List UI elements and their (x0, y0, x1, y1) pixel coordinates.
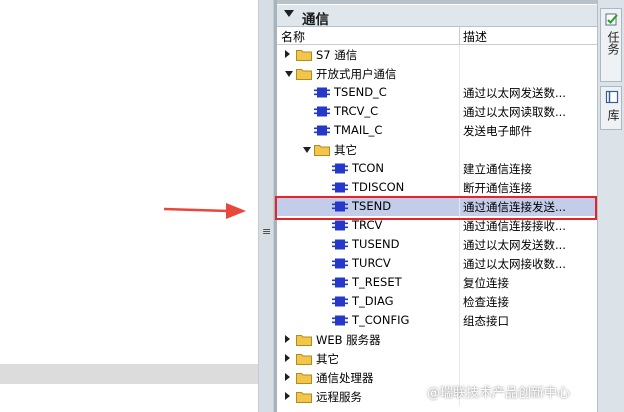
tree-item-label: S7 通信 (316, 48, 358, 62)
watermark: @瑞联技术产品创新中心 (427, 386, 571, 401)
tree-item-label: TUSEND (352, 237, 400, 251)
tree-item-description: 组态接口 (463, 314, 509, 328)
folder-open-icon (314, 145, 330, 156)
tree-item-description: 发送电子邮件 (463, 124, 532, 138)
function-block-icon (332, 315, 348, 326)
function-block-icon (332, 239, 348, 250)
folder-icon (296, 335, 312, 346)
tree-item-label: 远程服务 (316, 390, 362, 404)
tab-libraries[interactable]: 库 (600, 86, 622, 130)
collapsed-arrow-icon[interactable] (285, 50, 290, 58)
tree-item-label: TURCV (352, 256, 391, 270)
library-book-icon (605, 90, 619, 104)
expanded-arrow-icon[interactable] (285, 71, 293, 77)
tree-item-label: T_CONFIG (352, 313, 410, 327)
column-header: 名称 描述 (277, 27, 597, 45)
tree-item-label: T_DIAG (352, 294, 394, 308)
tree-folder-row[interactable]: WEB 服务器 (277, 330, 597, 349)
tree-item-description: 通过以太网读取数... (463, 105, 566, 119)
tree-block-row[interactable]: TCON 建立通信连接 (277, 159, 597, 178)
column-description-header[interactable]: 描述 (463, 28, 487, 45)
expanded-arrow-icon[interactable] (303, 147, 311, 153)
tree-item-description: 通过通信连接接收... (463, 219, 566, 233)
tree-item-label: 其它 (316, 352, 339, 366)
tree-item-label: 其它 (334, 143, 357, 157)
tree-block-row[interactable]: TRCV_C 通过以太网读取数... (277, 102, 597, 121)
tree-item-description: 通过以太网发送数... (463, 238, 566, 252)
tree-item-label: TDISCON (352, 180, 405, 194)
function-block-icon (332, 220, 348, 231)
tree-item-description: 建立通信连接 (463, 162, 532, 176)
tree-item-label: TMAIL_C (334, 123, 383, 137)
collapsed-arrow-icon[interactable] (285, 392, 290, 400)
column-divider[interactable] (459, 27, 460, 44)
tree-block-row[interactable]: TSEND_C 通过以太网发送数... (277, 83, 597, 102)
tree-item-description: 断开通信连接 (463, 181, 532, 195)
tree-block-row[interactable]: T_RESET 复位连接 (277, 273, 597, 292)
tree-item-description: 复位连接 (463, 276, 509, 290)
annotation-arrow-icon (164, 203, 246, 219)
tree-folder-row[interactable]: 其它 (277, 349, 597, 368)
function-block-icon (332, 182, 348, 193)
collapsed-arrow-icon[interactable] (285, 354, 290, 362)
tree-folder-row[interactable]: S7 通信 (277, 45, 597, 64)
tree-item-description: 通过以太网接收数... (463, 257, 566, 271)
function-block-icon (314, 106, 330, 117)
section-title: 通信 (302, 12, 329, 28)
panel-splitter[interactable]: ≡ (258, 0, 274, 412)
tree-item-label: WEB 服务器 (316, 333, 381, 347)
tab-tasks-label: 任务 (606, 31, 620, 55)
tree-item-description: 通过以太网发送数... (463, 86, 566, 100)
folder-icon (296, 373, 312, 384)
collapsed-arrow-icon[interactable] (285, 373, 290, 381)
tree-item-label: TRCV_C (334, 104, 379, 118)
tab-tasks[interactable]: 任务 (600, 8, 622, 82)
highlight-box (275, 196, 597, 220)
task-card-strip: 任务 库 (597, 0, 624, 412)
horizontal-scrollbar[interactable] (0, 364, 258, 384)
folder-open-icon (296, 69, 312, 80)
folder-icon (296, 50, 312, 61)
tree-block-row[interactable]: TMAIL_C 发送电子邮件 (277, 121, 597, 140)
function-block-icon (314, 87, 330, 98)
task-check-icon (605, 13, 618, 26)
tree-block-row[interactable]: T_DIAG 检查连接 (277, 292, 597, 311)
function-block-icon (332, 296, 348, 307)
tree-block-row[interactable]: T_CONFIG 组态接口 (277, 311, 597, 330)
function-block-icon (332, 258, 348, 269)
collapsed-arrow-icon[interactable] (285, 335, 290, 343)
tree-item-label: TRCV (352, 218, 383, 232)
tree-block-row[interactable]: TDISCON 断开通信连接 (277, 178, 597, 197)
tree-item-label: TSEND_C (334, 85, 387, 99)
tab-libraries-label: 库 (606, 109, 620, 121)
tree-item-label: 通信处理器 (316, 371, 374, 385)
grip-icon[interactable]: ≡ (262, 226, 271, 237)
collapse-caret-icon[interactable] (284, 10, 294, 17)
tree-item-label: TCON (352, 161, 385, 175)
tree-item-label: T_RESET (352, 275, 402, 289)
tree-folder-row[interactable]: 其它 (277, 140, 597, 159)
section-header[interactable]: 通信 (277, 5, 597, 28)
folder-icon (296, 392, 312, 403)
column-name-header[interactable]: 名称 (281, 28, 305, 45)
tree-block-row[interactable]: TURCV 通过以太网接收数... (277, 254, 597, 273)
tree-item-label: 开放式用户通信 (316, 67, 397, 81)
tree-block-row[interactable]: TUSEND 通过以太网发送数... (277, 235, 597, 254)
tree-item-description: 检查连接 (463, 295, 509, 309)
tree-folder-row[interactable]: 开放式用户通信 (277, 64, 597, 83)
function-block-icon (332, 163, 348, 174)
function-block-icon (332, 277, 348, 288)
instruction-tree: S7 通信开放式用户通信 TSEND_C 通过以太网发送数... TRCV_C 通过以太… (277, 45, 597, 406)
function-block-icon (314, 125, 330, 136)
folder-icon (296, 354, 312, 365)
